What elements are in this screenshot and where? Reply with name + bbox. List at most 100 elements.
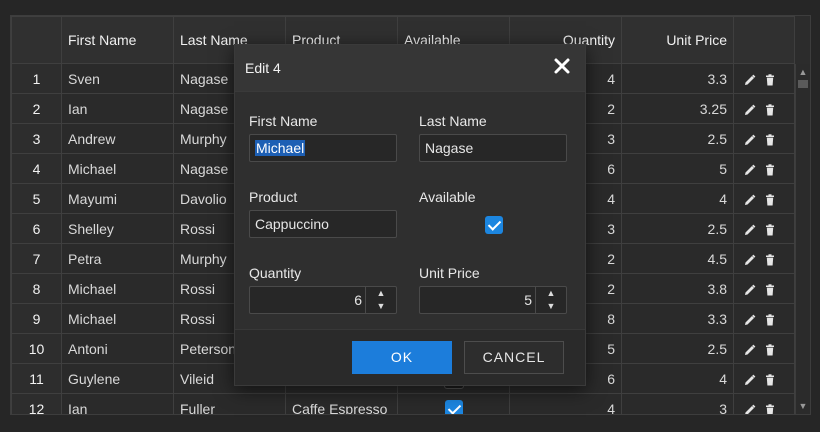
first-name-cell[interactable]: Sven [61,63,174,94]
product-cell[interactable]: Caffe Espresso [285,393,398,414]
unit-price-cell[interactable]: 2.5 [621,333,734,364]
first-name-cell[interactable]: Ian [61,93,174,124]
row-number[interactable]: 2 [11,93,62,124]
chevron-down-icon[interactable]: ▼ [366,300,396,313]
quantity-stepper[interactable]: 6 ▲ ▼ [249,286,397,314]
product-field[interactable]: Cappuccino [249,210,397,238]
column-header-row-number [11,16,62,64]
row-number[interactable]: 6 [11,213,62,244]
dialog-footer: OK CANCEL [235,329,585,385]
unit-price-cell[interactable]: 3.3 [621,63,734,94]
trash-icon[interactable] [764,134,776,146]
pencil-icon[interactable] [744,224,756,236]
scroll-up-arrow-icon[interactable]: ▲ [796,66,810,78]
unit-price-stepper[interactable]: 5 ▲ ▼ [419,286,567,314]
first-name-field[interactable]: Michael [249,134,397,162]
row-number[interactable]: 5 [11,183,62,214]
pencil-icon[interactable] [744,104,756,116]
chevron-up-icon[interactable]: ▲ [536,287,566,300]
vertical-scrollbar[interactable]: ▲ ▼ [795,64,810,414]
trash-icon[interactable] [764,254,776,266]
trash-icon[interactable] [764,224,776,236]
pencil-icon[interactable] [744,164,756,176]
first-name-cell[interactable]: Guylene [61,363,174,394]
first-name-cell[interactable]: Ian [61,393,174,414]
row-number[interactable]: 9 [11,303,62,334]
first-name-cell[interactable]: Petra [61,243,174,274]
unit-price-cell[interactable]: 2.5 [621,213,734,244]
unit-price-cell[interactable]: 3.3 [621,303,734,334]
row-number[interactable]: 11 [11,363,62,394]
trash-icon[interactable] [764,404,776,415]
actions-cell[interactable] [733,63,795,94]
column-header-first-name[interactable]: First Name [61,16,174,64]
close-icon[interactable] [553,57,571,75]
first-name-cell[interactable]: Mayumi [61,183,174,214]
pencil-icon[interactable] [744,314,756,326]
unit-price-cell[interactable]: 3 [621,393,734,414]
quantity-cell[interactable]: 4 [509,393,622,414]
trash-icon[interactable] [764,284,776,296]
actions-cell[interactable] [733,153,795,184]
actions-cell[interactable] [733,273,795,304]
scroll-thumb[interactable] [798,80,808,88]
actions-cell[interactable] [733,93,795,124]
trash-icon[interactable] [764,104,776,116]
chevron-up-icon[interactable]: ▲ [366,287,396,300]
trash-icon[interactable] [764,164,776,176]
row-number[interactable]: 3 [11,123,62,154]
pencil-icon[interactable] [744,194,756,206]
first-name-cell[interactable]: Michael [61,153,174,184]
row-number[interactable]: 7 [11,243,62,274]
actions-cell[interactable] [733,363,795,394]
available-checkbox[interactable] [485,216,503,234]
trash-icon[interactable] [764,74,776,86]
actions-cell[interactable] [733,213,795,244]
pencil-icon[interactable] [744,134,756,146]
row-number[interactable]: 12 [11,393,62,414]
last-name-field[interactable]: Nagase [419,134,567,162]
unit-price-cell[interactable]: 3.25 [621,93,734,124]
actions-cell[interactable] [733,393,795,415]
pencil-icon[interactable] [744,74,756,86]
available-cell[interactable] [397,393,510,414]
actions-cell[interactable] [733,123,795,154]
row-number[interactable]: 4 [11,153,62,184]
scroll-down-arrow-icon[interactable]: ▼ [796,400,810,412]
actions-cell[interactable] [733,303,795,334]
first-name-cell[interactable]: Michael [61,273,174,304]
unit-price-cell[interactable]: 4 [621,363,734,394]
first-name-cell[interactable]: Shelley [61,213,174,244]
first-name-cell[interactable]: Antoni [61,333,174,364]
unit-price-cell[interactable]: 4.5 [621,243,734,274]
unit-price-cell[interactable]: 2.5 [621,123,734,154]
actions-cell[interactable] [733,333,795,364]
trash-icon[interactable] [764,374,776,386]
pencil-icon[interactable] [744,404,756,415]
pencil-icon[interactable] [744,254,756,266]
pencil-icon[interactable] [744,374,756,386]
table-row[interactable]: 12 Ian Fuller Caffe Espresso 4 3 [11,393,795,415]
unit-price-cell[interactable]: 5 [621,153,734,184]
last-name-cell[interactable]: Fuller [173,393,286,414]
actions-cell[interactable] [733,183,795,214]
unit-price-cell[interactable]: 3.8 [621,273,734,304]
first-name-cell[interactable]: Andrew [61,123,174,154]
quantity-value: 6 [354,292,362,308]
column-header-unit-price[interactable]: Unit Price [621,16,734,64]
row-number[interactable]: 10 [11,333,62,364]
cancel-button[interactable]: CANCEL [464,341,564,374]
pencil-icon[interactable] [744,344,756,356]
row-number[interactable]: 8 [11,273,62,304]
available-checkbox[interactable] [444,399,463,414]
row-number[interactable]: 1 [11,63,62,94]
ok-button[interactable]: OK [352,341,452,374]
trash-icon[interactable] [764,314,776,326]
pencil-icon[interactable] [744,284,756,296]
trash-icon[interactable] [764,194,776,206]
unit-price-cell[interactable]: 4 [621,183,734,214]
actions-cell[interactable] [733,243,795,274]
trash-icon[interactable] [764,344,776,356]
first-name-cell[interactable]: Michael [61,303,174,334]
chevron-down-icon[interactable]: ▼ [536,300,566,313]
